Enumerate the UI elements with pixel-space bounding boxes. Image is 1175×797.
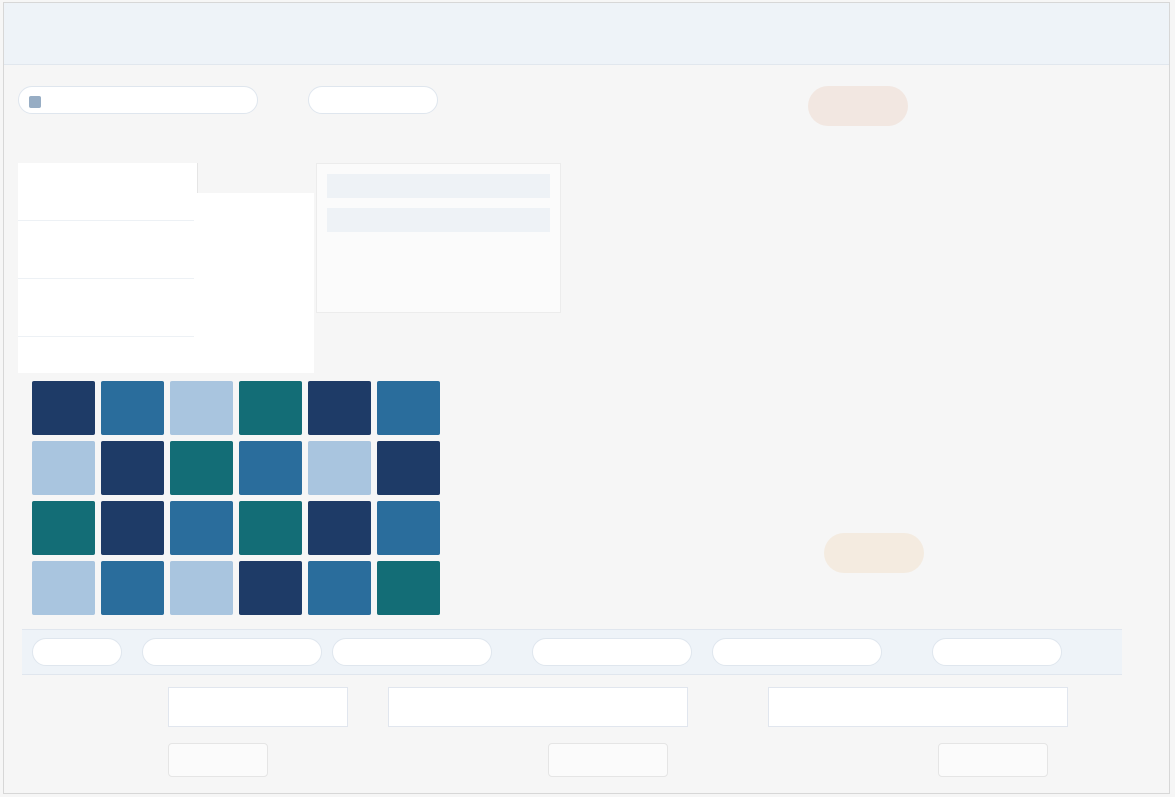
input-field-1[interactable] [168,687,348,727]
panel-row [327,208,550,232]
title-bar [4,3,1169,65]
tile[interactable] [101,381,164,435]
tile[interactable] [377,381,440,435]
bottom-bar-item[interactable] [712,638,882,666]
tile[interactable] [239,501,302,555]
top-right-button[interactable] [808,86,908,126]
left-panel-item[interactable] [18,279,197,337]
bottom-bar-item[interactable] [32,638,122,666]
app-window [3,2,1170,794]
tile[interactable] [239,561,302,615]
tile[interactable] [32,561,95,615]
status-row [68,743,1098,779]
tile[interactable] [308,501,371,555]
tile[interactable] [170,501,233,555]
toolbar-item[interactable] [18,86,258,114]
tile[interactable] [170,561,233,615]
tool-icon [29,95,41,108]
side-action-button[interactable] [824,533,924,573]
input-field-2[interactable] [388,687,688,727]
tile[interactable] [308,381,371,435]
tile[interactable] [239,381,302,435]
tile[interactable] [101,441,164,495]
tile[interactable] [170,381,233,435]
tile[interactable] [32,441,95,495]
status-left[interactable] [168,743,268,777]
bottom-bar-item[interactable] [332,638,492,666]
tile[interactable] [308,561,371,615]
tile[interactable] [377,501,440,555]
tile[interactable] [170,441,233,495]
toolbar-item[interactable] [308,86,438,114]
tile[interactable] [101,561,164,615]
bottom-bar-item[interactable] [142,638,322,666]
panel-row [327,174,550,198]
input-row [68,687,1098,727]
tile[interactable] [239,441,302,495]
bottom-bar [22,629,1122,675]
bottom-bar-item[interactable] [932,638,1062,666]
tile[interactable] [32,501,95,555]
status-center [548,743,668,777]
tile[interactable] [101,501,164,555]
tile-grid [32,381,440,615]
left-panel-item[interactable] [18,221,197,279]
detail-panel [316,163,561,313]
toolbar [18,86,918,126]
tile[interactable] [377,441,440,495]
bottom-bar-item[interactable] [532,638,692,666]
left-panel-item[interactable] [18,163,197,221]
tile[interactable] [32,381,95,435]
status-right[interactable] [938,743,1048,777]
left-panel [18,163,198,373]
tile[interactable] [377,561,440,615]
tile[interactable] [308,441,371,495]
blank-area [194,193,314,373]
input-field-3[interactable] [768,687,1068,727]
